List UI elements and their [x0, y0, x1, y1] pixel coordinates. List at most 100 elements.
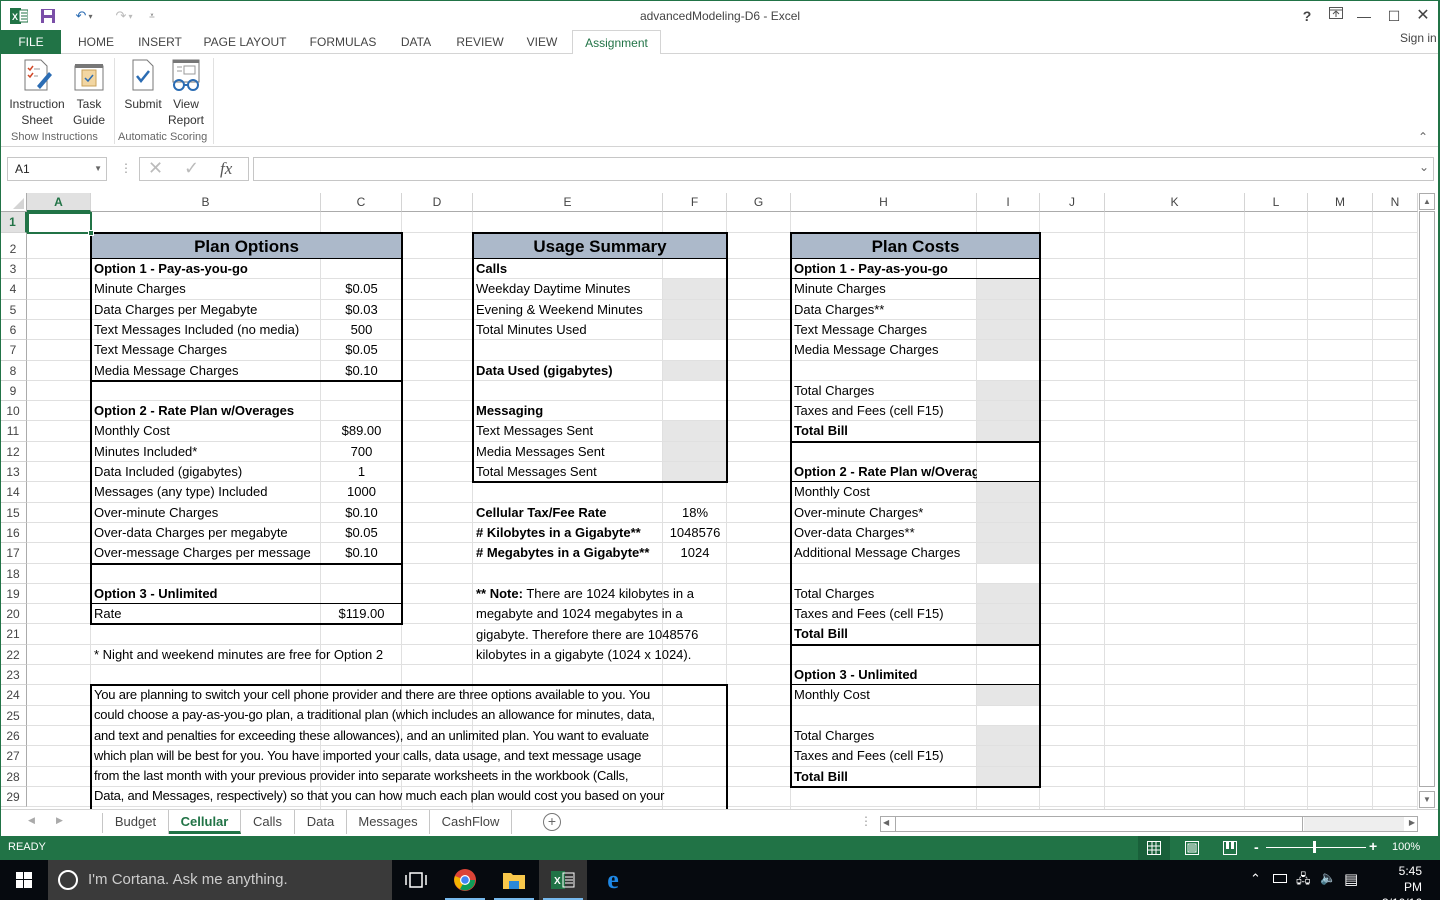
- sheet-tab-calls[interactable]: Calls: [241, 810, 295, 834]
- column-header-e[interactable]: E: [473, 193, 663, 212]
- close-button[interactable]: ✕: [1411, 7, 1435, 25]
- worksheet-grid[interactable]: ABCDEFGHIJKLMN 1 2 3 4 5 6 7 8 9 10 11 12 13 14 15 16 17…: [0, 193, 1418, 809]
- prev-sheet-icon[interactable]: ◀: [28, 815, 35, 826]
- cortana-search-box[interactable]: I'm Cortana. Ask me anything.: [48, 860, 392, 900]
- scroll-up-button[interactable]: ▲: [1419, 193, 1435, 210]
- input-cell-i17[interactable]: [977, 543, 1039, 563]
- row-header-12[interactable]: 12: [0, 442, 27, 462]
- name-box[interactable]: A1 ▼: [7, 157, 107, 181]
- tab-home[interactable]: HOME: [66, 30, 126, 54]
- start-button[interactable]: [0, 860, 48, 900]
- zoom-out-button[interactable]: -: [1254, 839, 1259, 855]
- row-header-25[interactable]: 25: [0, 706, 27, 726]
- tab-page-layout[interactable]: PAGE LAYOUT: [196, 30, 294, 54]
- zoom-slider-track[interactable]: [1266, 847, 1366, 848]
- tab-assignment[interactable]: Assignment: [572, 30, 661, 55]
- active-cell-a1[interactable]: [27, 212, 94, 236]
- row-header-15[interactable]: 15: [0, 503, 27, 523]
- column-header-m[interactable]: M: [1308, 193, 1373, 212]
- input-cell-i10[interactable]: [977, 401, 1039, 420]
- scroll-left-button[interactable]: ◀: [883, 818, 889, 827]
- row-header-23[interactable]: 23: [0, 665, 27, 685]
- column-header-c[interactable]: C: [321, 193, 402, 212]
- taskbar-excel[interactable]: X: [539, 860, 587, 900]
- ribbon-display-options-button[interactable]: [1324, 7, 1348, 25]
- insert-function-icon[interactable]: fx: [220, 159, 232, 179]
- zoom-slider-thumb[interactable]: [1313, 841, 1316, 853]
- vertical-scroll-thumb[interactable]: [1419, 211, 1435, 787]
- sheet-tab-messages[interactable]: Messages: [347, 810, 430, 834]
- row-header-8[interactable]: 8: [0, 361, 27, 381]
- network-icon[interactable]: 🖧: [1296, 870, 1311, 892]
- tab-insert[interactable]: INSERT: [132, 30, 188, 54]
- fill-handle[interactable]: [88, 230, 94, 236]
- task-guide-button[interactable]: Task Guide: [70, 58, 108, 128]
- scroll-right-button[interactable]: ▶: [1409, 818, 1415, 827]
- help-button[interactable]: ?: [1295, 7, 1319, 25]
- sheet-tab-budget[interactable]: Budget: [103, 810, 169, 834]
- row-header-2[interactable]: 2: [0, 233, 27, 259]
- volume-icon[interactable]: 🔈: [1320, 870, 1336, 886]
- row-header-3[interactable]: 3: [0, 259, 27, 279]
- action-center-icon[interactable]: ▤: [1344, 870, 1358, 888]
- row-header-22[interactable]: 22: [0, 645, 27, 665]
- select-all-button[interactable]: [0, 193, 27, 212]
- column-header-h[interactable]: H: [791, 193, 977, 212]
- row-header-17[interactable]: 17: [0, 543, 27, 564]
- input-cell-i28[interactable]: [977, 767, 1039, 786]
- input-cell-i14[interactable]: [977, 482, 1039, 502]
- cancel-entry-icon[interactable]: ✕: [148, 158, 163, 179]
- sheet-tab-cellular[interactable]: Cellular: [169, 810, 241, 834]
- row-header-21[interactable]: 21: [0, 624, 27, 645]
- input-cell-i16[interactable]: [977, 523, 1039, 542]
- row-header-14[interactable]: 14: [0, 482, 27, 503]
- tab-split-grip-icon[interactable]: ⋮: [860, 814, 872, 828]
- zoom-level[interactable]: 100%: [1392, 841, 1420, 853]
- column-header-f[interactable]: F: [663, 193, 727, 212]
- row-header-13[interactable]: 13: [0, 462, 27, 482]
- sheet-tab-cashflow[interactable]: CashFlow: [430, 810, 512, 834]
- input-cell-i11[interactable]: [977, 421, 1039, 441]
- input-cell-i19[interactable]: [977, 584, 1039, 603]
- task-view-button[interactable]: [392, 860, 440, 900]
- row-header-11[interactable]: 11: [0, 421, 27, 442]
- tab-review[interactable]: REVIEW: [450, 30, 510, 54]
- column-header-i[interactable]: I: [977, 193, 1040, 212]
- row-header-19[interactable]: 19: [0, 584, 27, 604]
- input-cell-f13[interactable]: [663, 462, 726, 481]
- input-cell-f6[interactable]: [663, 320, 726, 339]
- input-cell-i5[interactable]: [977, 300, 1039, 319]
- row-header-4[interactable]: 4: [0, 279, 27, 300]
- column-header-g[interactable]: G: [727, 193, 791, 212]
- show-hidden-icons-button[interactable]: ⌃: [1250, 871, 1261, 887]
- input-cell-i6[interactable]: [977, 320, 1039, 339]
- instruction-sheet-button[interactable]: Instruction Sheet: [6, 58, 68, 128]
- tab-data[interactable]: DATA: [392, 30, 440, 54]
- input-cell-f12[interactable]: [663, 442, 726, 461]
- submit-button[interactable]: Submit: [120, 58, 166, 112]
- sheet-tab-data[interactable]: Data: [295, 810, 347, 834]
- battery-icon[interactable]: [1273, 874, 1287, 883]
- new-sheet-button[interactable]: +: [543, 813, 561, 831]
- taskbar-chrome[interactable]: [441, 860, 489, 900]
- row-header-10[interactable]: 10: [0, 401, 27, 421]
- input-cell-i7[interactable]: [977, 340, 1039, 360]
- row-header-29[interactable]: 29: [0, 787, 27, 807]
- column-header-j[interactable]: J: [1040, 193, 1105, 212]
- row-header-18[interactable]: 18: [0, 564, 27, 584]
- input-cell-i9[interactable]: [977, 381, 1039, 400]
- input-cell-f8[interactable]: [663, 361, 726, 380]
- row-header-7[interactable]: 7: [0, 340, 27, 361]
- row-header-6[interactable]: 6: [0, 320, 27, 340]
- input-cell-f4[interactable]: [663, 279, 726, 299]
- collapse-ribbon-icon[interactable]: ⌃: [1418, 130, 1428, 144]
- taskbar-clock[interactable]: 5:45 PM 3/10/16: [1378, 863, 1422, 911]
- column-header-a[interactable]: A: [27, 193, 91, 212]
- taskbar-file-explorer[interactable]: [490, 860, 538, 900]
- row-header-20[interactable]: 20: [0, 604, 27, 624]
- row-header-9[interactable]: 9: [0, 381, 27, 401]
- row-header-26[interactable]: 26: [0, 726, 27, 746]
- normal-view-button[interactable]: [1138, 836, 1170, 860]
- page-layout-view-button[interactable]: [1185, 841, 1199, 855]
- tab-formulas[interactable]: FORMULAS: [302, 30, 384, 54]
